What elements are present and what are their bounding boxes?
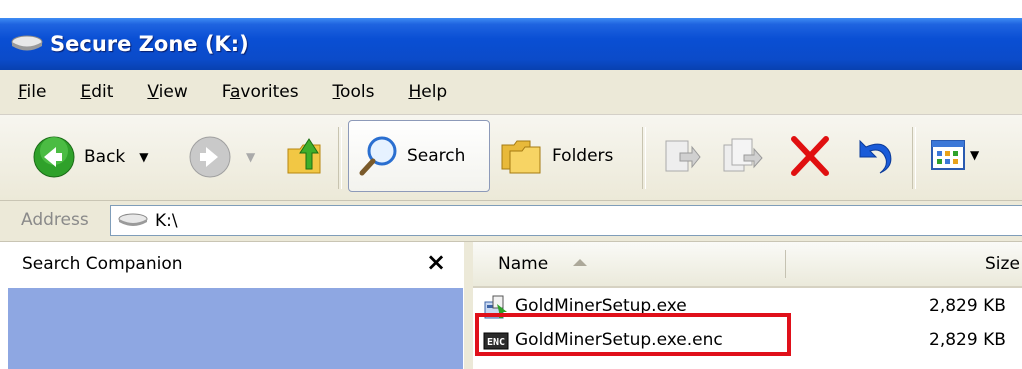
- forward-button[interactable]: ▼: [188, 135, 255, 179]
- up-folder-icon: [287, 138, 321, 174]
- search-companion-body: [8, 288, 463, 369]
- standard-toolbar: Back ▼ ▼ Search Folders ▼: [0, 115, 1022, 201]
- move-to-icon: [665, 140, 701, 172]
- window-title: Secure Zone (K:): [50, 32, 249, 56]
- file-size: 2,829 KB: [929, 330, 1006, 350]
- folders-button[interactable]: Folders: [500, 135, 613, 177]
- search-label: Search: [407, 146, 466, 166]
- folders-icon: [501, 140, 541, 174]
- back-dropdown-icon[interactable]: ▼: [139, 150, 148, 164]
- toolbar-separator: [912, 127, 916, 189]
- drive-icon: [118, 213, 148, 226]
- title-bar[interactable]: Secure Zone (K:): [0, 18, 1022, 70]
- file-size: 2,829 KB: [929, 296, 1006, 316]
- back-arrow-icon: [33, 136, 75, 178]
- column-header-size[interactable]: Size: [985, 254, 1020, 274]
- back-label: Back: [84, 147, 126, 167]
- menu-file[interactable]: File: [12, 82, 52, 102]
- copy-to-button[interactable]: [720, 135, 764, 177]
- views-icon: [931, 140, 965, 170]
- close-icon[interactable]: ×: [426, 248, 446, 276]
- address-label: Address: [21, 210, 89, 230]
- address-bar: Address K:\: [0, 201, 1022, 242]
- menu-tools[interactable]: Tools: [327, 82, 381, 102]
- sort-ascending-icon: [573, 259, 587, 266]
- column-header-row: Name Size: [473, 242, 1022, 288]
- back-button[interactable]: Back ▼: [32, 135, 149, 179]
- move-to-button[interactable]: [662, 135, 702, 177]
- views-button[interactable]: ▼: [930, 137, 979, 173]
- undo-button[interactable]: [852, 135, 894, 177]
- magnifier-icon: [359, 136, 397, 176]
- up-folder-button[interactable]: [284, 133, 328, 179]
- delete-icon: [791, 136, 829, 176]
- menu-edit[interactable]: Edit: [74, 82, 119, 102]
- address-value: K:\: [155, 211, 178, 231]
- menu-view[interactable]: View: [141, 82, 193, 102]
- toolbar-separator: [642, 127, 646, 189]
- menu-bar: File Edit View Favorites Tools Help: [0, 70, 1022, 115]
- search-companion-header: Search Companion ×: [8, 242, 464, 288]
- address-field[interactable]: K:\: [110, 205, 1022, 236]
- views-dropdown-icon[interactable]: ▼: [970, 148, 979, 162]
- menu-favorites[interactable]: Favorites: [216, 82, 305, 102]
- drive-icon: [11, 35, 43, 51]
- search-button[interactable]: Search: [348, 120, 490, 192]
- forward-dropdown-icon[interactable]: ▼: [246, 150, 255, 164]
- annotation-highlight-box: [475, 313, 791, 356]
- search-companion-title: Search Companion: [22, 254, 183, 274]
- explorer-window: Secure Zone (K:) File Edit View Favorite…: [0, 0, 1022, 369]
- copy-to-icon: [723, 138, 763, 172]
- menu-help[interactable]: Help: [402, 82, 453, 102]
- delete-button[interactable]: [790, 135, 830, 177]
- forward-arrow-icon: [189, 136, 231, 178]
- column-header-name[interactable]: Name: [498, 254, 548, 274]
- column-divider[interactable]: [785, 250, 786, 278]
- undo-icon: [859, 139, 892, 174]
- toolbar-separator: [338, 127, 342, 189]
- folders-label: Folders: [552, 146, 614, 166]
